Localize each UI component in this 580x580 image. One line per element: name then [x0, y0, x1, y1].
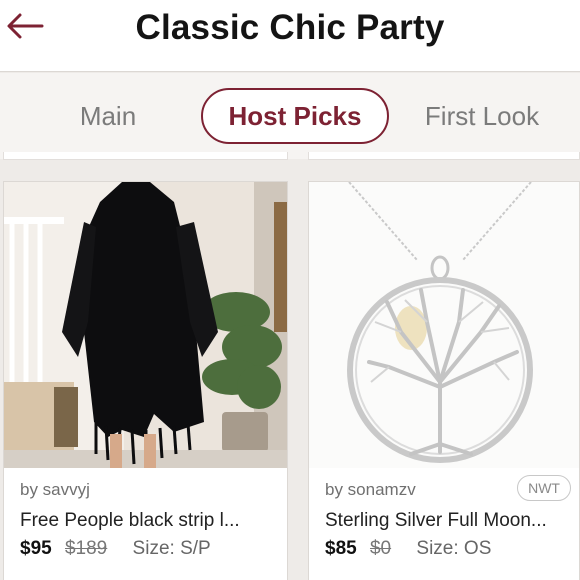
seller-name[interactable]: by savvyj	[20, 480, 90, 500]
price-line: $85 $0 Size: OS	[325, 538, 491, 560]
listing-price: $85	[325, 538, 357, 559]
tab-first-look[interactable]: First Look	[412, 88, 552, 144]
original-price: $0	[369, 538, 392, 559]
listing-photo[interactable]	[4, 182, 287, 468]
tab-main[interactable]: Main	[52, 88, 164, 144]
listing-price: $95	[20, 538, 52, 559]
tab-host-picks[interactable]: Host Picks	[201, 88, 389, 144]
original-price: $189	[64, 538, 108, 559]
listing-title[interactable]: Free People black strip l...	[20, 510, 240, 532]
listing-card[interactable]: by sonamzv NWT Sterling Silver Full Moon…	[308, 181, 580, 580]
header-bar: Classic Chic Party	[0, 0, 580, 72]
card-strip-left	[3, 152, 288, 160]
size-label: Size: OS	[416, 538, 492, 559]
card-strip-right	[308, 152, 580, 160]
nwt-badge: NWT	[517, 475, 571, 501]
listing-title[interactable]: Sterling Silver Full Moon...	[325, 510, 547, 532]
size-label: Size: S/P	[132, 538, 211, 559]
seller-name[interactable]: by sonamzv	[325, 480, 416, 500]
listing-card[interactable]: by savvyj Free People black strip l... $…	[3, 181, 288, 580]
price-line: $95 $189 Size: S/P	[20, 538, 211, 560]
tab-bar: Main Host Picks First Look	[0, 73, 580, 159]
page-title: Classic Chic Party	[135, 8, 445, 47]
listing-photo[interactable]	[309, 182, 579, 468]
